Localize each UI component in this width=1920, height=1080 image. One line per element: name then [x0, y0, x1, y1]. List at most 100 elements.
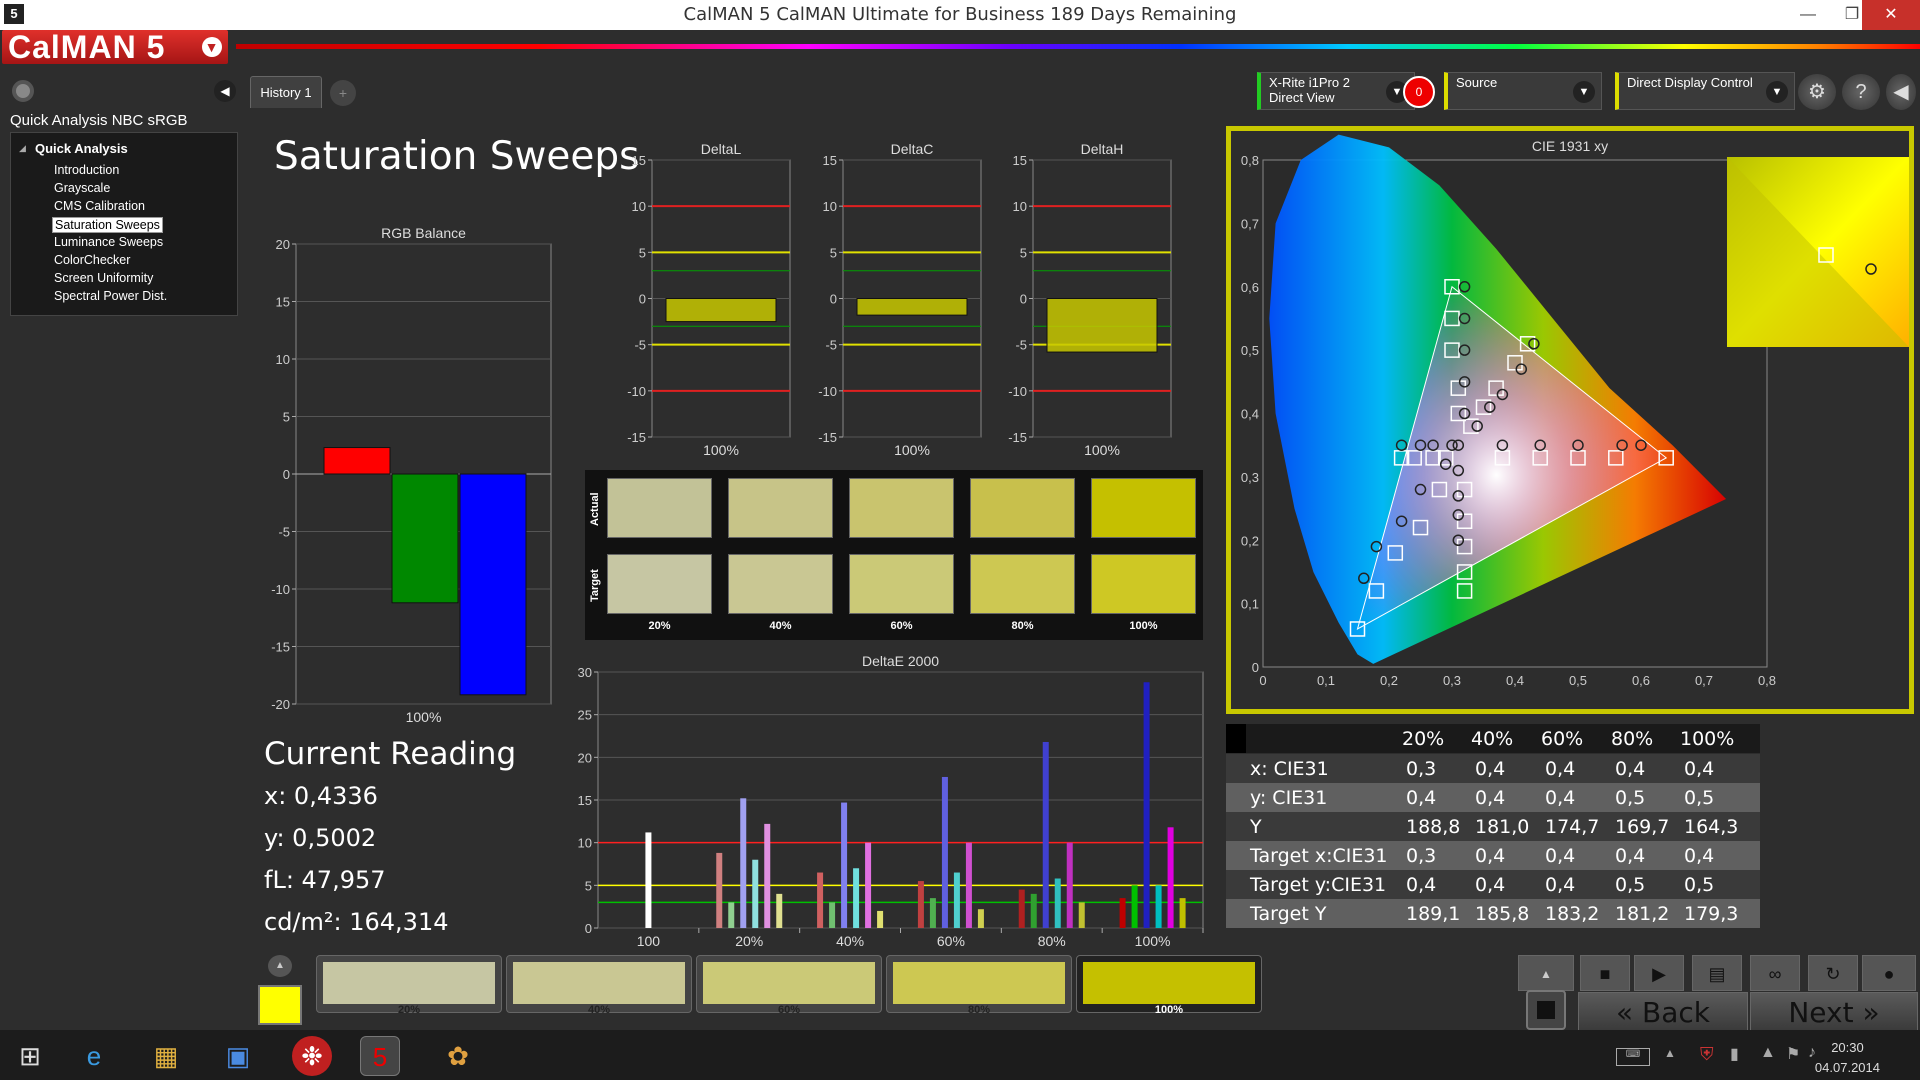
shield-icon[interactable]: ⛨: [1700, 1044, 1714, 1065]
play-icon[interactable]: ▶: [1634, 955, 1684, 991]
table-cell: 185,8: [1475, 903, 1530, 925]
bar: [323, 447, 391, 475]
y-tick-label: -15: [627, 430, 646, 445]
row-label: Target Y: [1250, 903, 1327, 925]
y-tick-label: 5: [830, 245, 837, 260]
x-tick-label: 0: [1259, 673, 1266, 688]
next-button[interactable]: Next »: [1750, 992, 1918, 1032]
row-label: Target x:CIE31: [1250, 845, 1388, 867]
rgb-balance-chart: RGB Balance 20 15 10 5 0 -5 -10 -15 -20 100%: [271, 225, 552, 725]
target-swatch: [1091, 554, 1196, 614]
y-tick-label: -10: [818, 384, 837, 399]
windows-start-icon[interactable]: ⊞: [10, 1036, 50, 1076]
loop-icon[interactable]: ∞: [1750, 955, 1800, 991]
table-row: Target Y 189,1 185,8 183,2 181,2 179,3: [1226, 899, 1760, 928]
flag-icon[interactable]: ⚑: [1786, 1044, 1800, 1064]
sweep-point-button[interactable]: 40%: [506, 955, 692, 1016]
actual-swatch: [970, 478, 1075, 538]
y-tick-label: -15: [271, 640, 290, 655]
table-cell: 0,3: [1406, 758, 1437, 780]
sweep-swatch: [323, 962, 495, 1004]
y-tick-label: -15: [1008, 430, 1027, 445]
sweep-point-button[interactable]: 20%: [316, 955, 502, 1016]
y-tick-label: 0,7: [1241, 216, 1259, 231]
row-label: Y: [1250, 816, 1262, 838]
monitor-icon[interactable]: ▣: [218, 1036, 258, 1076]
y-tick-label: 10: [1013, 199, 1027, 214]
app-red-icon[interactable]: ❉: [292, 1036, 332, 1076]
refresh-icon[interactable]: ↻: [1808, 955, 1858, 991]
table-cell: 189,1: [1406, 903, 1461, 925]
file-explorer-icon[interactable]: ▦: [146, 1036, 186, 1076]
deltah-chart: DeltaH 15 10 5 0 -5 -10 -15 100%: [1008, 141, 1172, 458]
sweep-label: 80%: [967, 1004, 991, 1016]
bar: [965, 842, 972, 928]
table-row: Target y:CIE31 0,4 0,4 0,4 0,5 0,5: [1226, 870, 1760, 899]
y-tick-label: -5: [634, 338, 646, 353]
up-icon[interactable]: ▲: [268, 955, 292, 977]
table-cell: 0,5: [1684, 874, 1715, 896]
deltae-chart: DeltaE 2000 30 25 20 15 10 5 0 100 20% 40% 60% 80% 10…: [578, 653, 1204, 949]
signal-icon[interactable]: ▲: [1760, 1044, 1776, 1062]
y-tick-label: -10: [1008, 384, 1027, 399]
stop-square-button[interactable]: [1526, 990, 1566, 1030]
battery-icon[interactable]: ▮: [1730, 1044, 1739, 1064]
keyboard-icon[interactable]: ⌨: [1616, 1048, 1650, 1066]
table-cell: 0,4: [1615, 758, 1646, 780]
chart-title: DeltaE 2000: [862, 653, 939, 669]
y-tick-label: 0,8: [1241, 153, 1259, 168]
sweep-point-button[interactable]: 100%: [1076, 955, 1262, 1016]
calman-taskbar-icon[interactable]: 5: [360, 1036, 400, 1076]
x-tick-label: 0,5: [1569, 673, 1587, 688]
bar: [764, 823, 771, 928]
y-tick-label: 10: [632, 199, 646, 214]
stop-icon[interactable]: ■: [1580, 955, 1630, 991]
column-header: 20%: [1402, 728, 1445, 750]
bar: [1030, 893, 1037, 928]
save-icon[interactable]: ▤: [1692, 955, 1742, 991]
tray-up-icon[interactable]: ▲: [1664, 1046, 1676, 1060]
swatch-label: 80%: [1011, 620, 1034, 632]
bar: [1143, 682, 1150, 928]
sweep-point-button[interactable]: 80%: [886, 955, 1072, 1016]
table-cell: 0,4: [1406, 787, 1437, 809]
row-label: x: CIE31: [1250, 758, 1329, 780]
internet-explorer-icon[interactable]: e: [74, 1036, 114, 1076]
bar: [728, 902, 735, 928]
y-tick-label: 0,5: [1241, 343, 1259, 358]
up-arrow-icon[interactable]: ▲: [1518, 955, 1574, 991]
clock-time: 20:30: [1831, 1040, 1864, 1055]
bar: [941, 776, 948, 928]
table-cell: 0,4: [1475, 845, 1506, 867]
bar: [1046, 298, 1158, 353]
x-tick-label: 0,7: [1695, 673, 1713, 688]
table-row: Target x:CIE31 0,3 0,4 0,4 0,4 0,4: [1226, 841, 1760, 870]
circle-icon[interactable]: ●: [1862, 955, 1916, 991]
back-button[interactable]: « Back: [1578, 992, 1748, 1032]
sweep-swatch: [893, 962, 1065, 1004]
bar: [829, 902, 836, 928]
y-tick-label: 15: [578, 793, 592, 808]
x-tick-label: 100%: [1084, 442, 1120, 458]
sweep-swatch: [1083, 962, 1255, 1004]
x-tick-label: 60%: [937, 933, 965, 949]
x-tick-label: 80%: [1038, 933, 1066, 949]
sweep-point-button[interactable]: 60%: [696, 955, 882, 1016]
actual-swatch: [1091, 478, 1196, 538]
row-label: y: CIE31: [1250, 787, 1328, 809]
y-tick-label: 0: [585, 921, 592, 936]
reading-cd: cd/m²: 164,314: [264, 908, 449, 936]
x-tick-label: 0,4: [1506, 673, 1524, 688]
y-tick-label: 5: [585, 878, 592, 893]
y-tick-label: 20: [578, 750, 592, 765]
paint-icon[interactable]: ✿: [438, 1036, 478, 1076]
x-tick-label: 0,2: [1380, 673, 1398, 688]
bar: [917, 881, 924, 928]
bar: [459, 473, 527, 696]
bar: [776, 893, 783, 928]
swatch-label: 60%: [890, 620, 913, 632]
bar: [645, 832, 652, 928]
y-tick-label: 15: [823, 153, 837, 168]
table-cell: 183,2: [1545, 903, 1600, 925]
bar: [716, 852, 723, 928]
